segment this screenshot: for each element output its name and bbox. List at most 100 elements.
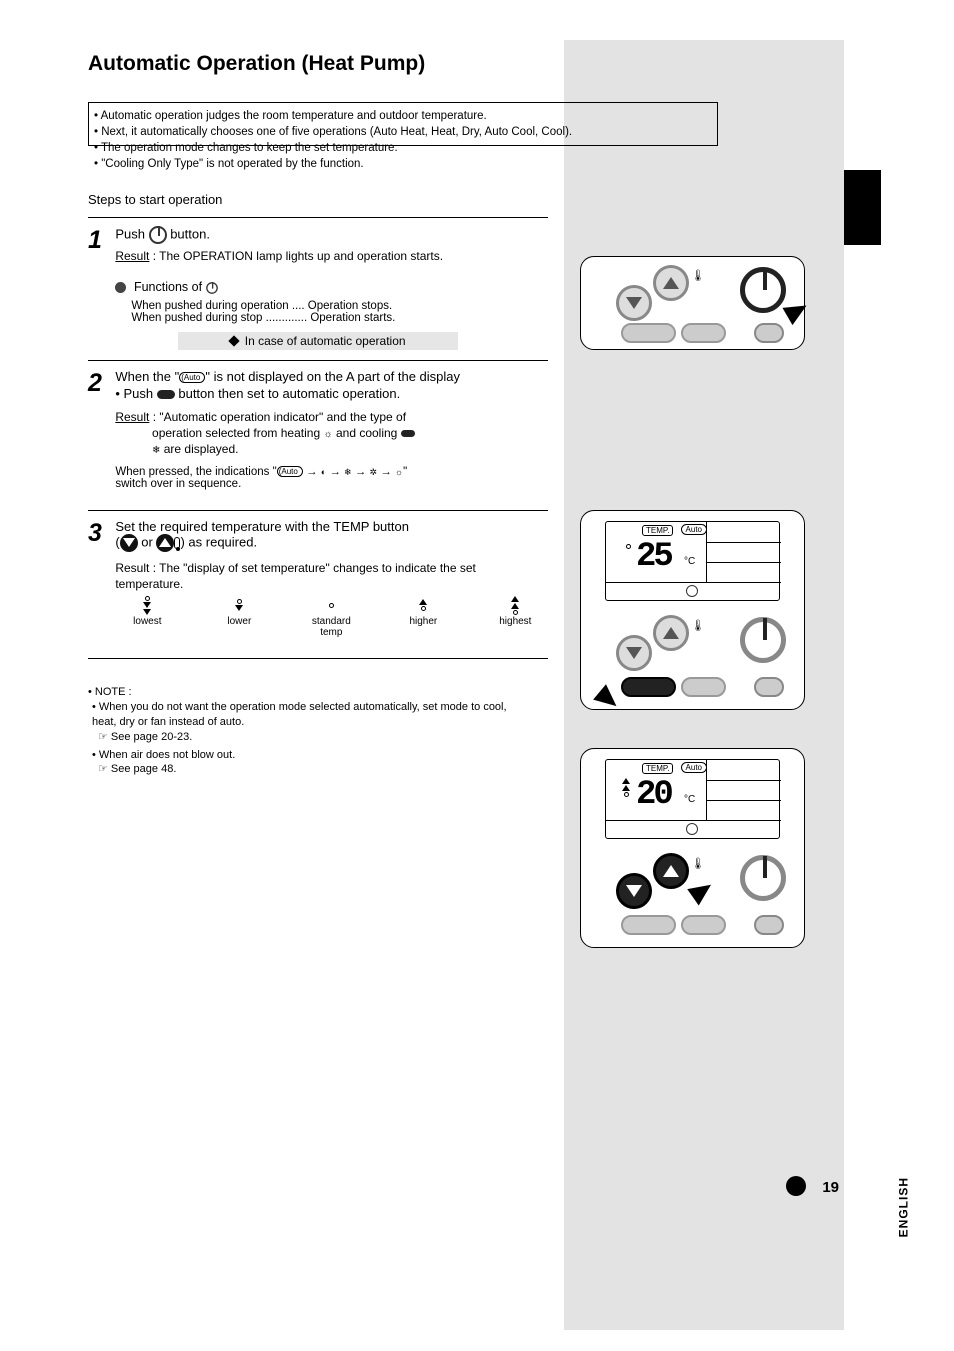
divider	[88, 360, 548, 361]
power-button[interactable]	[740, 267, 786, 313]
fan-icon	[686, 585, 698, 597]
intro-line: • The operation mode changes to keep the…	[94, 140, 706, 156]
see-page: ☞ See page 20-23.	[98, 730, 518, 745]
power-button[interactable]	[740, 617, 786, 663]
step-number: 3	[88, 519, 112, 548]
step-2: 2 When the "Auto" is not displayed on th…	[88, 369, 548, 490]
degree-c: °C	[684, 794, 695, 805]
power-icon	[206, 282, 218, 294]
intro-line: • "Cooling Only Type" is not operated by…	[94, 156, 706, 172]
main-content: Automatic Operation (Heat Pump) • Automa…	[88, 52, 548, 777]
see-page: ☞ See page 48.	[98, 762, 518, 777]
section-label: In case of automatic operation	[178, 332, 458, 350]
remote-illustration-3: TEMP. Auto 20 °C 🌡	[580, 748, 805, 948]
divider	[88, 510, 548, 511]
mode-button[interactable]	[621, 915, 676, 935]
side-tab	[844, 170, 881, 245]
thermometer-icon: 🌡	[691, 269, 705, 282]
step-text: When the "Auto" is not displayed on the …	[115, 369, 535, 490]
note-line: • When air does not blow out.	[92, 748, 518, 763]
cursor-pointer-icon	[593, 684, 623, 713]
degree-c: °C	[684, 556, 695, 567]
mode-indicator-icon	[626, 544, 631, 549]
mode-button[interactable]	[621, 677, 676, 697]
thermometer-icon: 🌡	[691, 619, 705, 632]
button[interactable]	[681, 677, 726, 697]
diamond-icon	[229, 336, 240, 347]
section-label-text: In case of automatic operation	[245, 334, 406, 348]
auto-icon: Auto	[179, 372, 205, 383]
intro-line: • Automatic operation judges the room te…	[94, 108, 706, 124]
indicator-label: standard temp	[311, 616, 351, 638]
step-result: Result : The "display of set temperature…	[115, 560, 535, 592]
temp-down-button[interactable]	[616, 873, 652, 909]
timer-button[interactable]	[754, 323, 784, 343]
temp-up-button[interactable]	[653, 265, 689, 301]
power-icon	[149, 226, 167, 244]
see-ref: See page 48.	[111, 763, 176, 775]
button[interactable]	[681, 323, 726, 343]
temp-up-button[interactable]	[653, 615, 689, 651]
cool-icon	[401, 430, 415, 437]
cursor-pointer-icon	[687, 876, 716, 905]
indicator-lower: lower	[219, 596, 259, 627]
step-result: Result : The OPERATION lamp lights up an…	[115, 248, 535, 264]
temp-down-button[interactable]	[616, 635, 652, 671]
functions-heading: Functions of	[134, 280, 218, 294]
steps-heading: Steps to start operation	[88, 192, 548, 207]
page-title: Automatic Operation (Heat Pump)	[88, 52, 548, 76]
temperature-value: 25	[636, 538, 671, 576]
indicator-label: lowest	[127, 616, 167, 627]
mode-button[interactable]	[621, 323, 676, 343]
indicator-standard: standard temp	[311, 596, 351, 638]
indicator-label: highest	[495, 616, 535, 627]
page-number: 19	[822, 1179, 839, 1196]
indicator-label: higher	[403, 616, 443, 627]
step-1: 1 Push button. Result : The OPERATION la…	[88, 226, 548, 323]
page-number-circle	[786, 1176, 806, 1196]
auto-icon: Auto	[277, 466, 303, 477]
function-line: When pushed during stop ............. Op…	[131, 312, 535, 324]
indicator-label: lower	[219, 616, 259, 627]
temperature-indicator-scale: lowest lower standard temp higher	[127, 596, 535, 638]
step-text: Push button. Result : The OPERATION lamp…	[115, 226, 535, 323]
note-block: • NOTE : • When you do not want the oper…	[88, 685, 518, 777]
temp-label: TEMP.	[642, 525, 673, 536]
step-text: Set the required temperature with the TE…	[115, 519, 535, 638]
note-title: • NOTE :	[88, 685, 518, 700]
divider	[88, 658, 548, 659]
language-tab: ENGLISH	[896, 1177, 910, 1237]
thermometer-icon: 🌡	[691, 857, 705, 870]
step-3: 3 Set the required temperature with the …	[88, 519, 548, 638]
see-ref: See page 20-23.	[111, 731, 192, 743]
temp-up-icon	[156, 534, 174, 552]
temp-up-button[interactable]	[653, 853, 689, 889]
highest-indicator-icon	[622, 778, 630, 797]
bullet-icon	[115, 282, 126, 293]
step-number: 1	[88, 226, 112, 255]
power-button[interactable]	[740, 855, 786, 901]
lcd-display: TEMP. Auto 25 °C	[605, 521, 780, 601]
mode-sequence-note: When pressed, the indications "Auto → ◐ …	[115, 466, 535, 490]
text: " is not displayed on the A part of the …	[205, 369, 460, 384]
thermometer-icon	[174, 537, 180, 549]
temp-down-button[interactable]	[616, 285, 652, 321]
intro-text: • Automatic operation judges the room te…	[94, 108, 706, 172]
temperature-value: 20	[636, 776, 671, 814]
temp-down-icon	[120, 534, 138, 552]
remote-illustration-1: 🌡	[580, 256, 805, 350]
lcd-display: TEMP. Auto 20 °C	[605, 759, 780, 839]
step-number: 2	[88, 369, 112, 398]
auto-label: Auto	[681, 762, 707, 773]
intro-line: • Next, it automatically chooses one of …	[94, 124, 706, 140]
remote-illustration-2: TEMP. Auto 25 °C 🌡	[580, 510, 805, 710]
indicator-lowest: lowest	[127, 596, 167, 627]
divider	[88, 217, 548, 218]
timer-button[interactable]	[754, 915, 784, 935]
note-line: • When you do not want the operation mod…	[92, 700, 518, 730]
timer-button[interactable]	[754, 677, 784, 697]
function-line: When pushed during operation .... Operat…	[131, 300, 535, 312]
button[interactable]	[681, 915, 726, 935]
mode-button-icon	[157, 390, 175, 399]
indicator-highest: highest	[495, 596, 535, 627]
